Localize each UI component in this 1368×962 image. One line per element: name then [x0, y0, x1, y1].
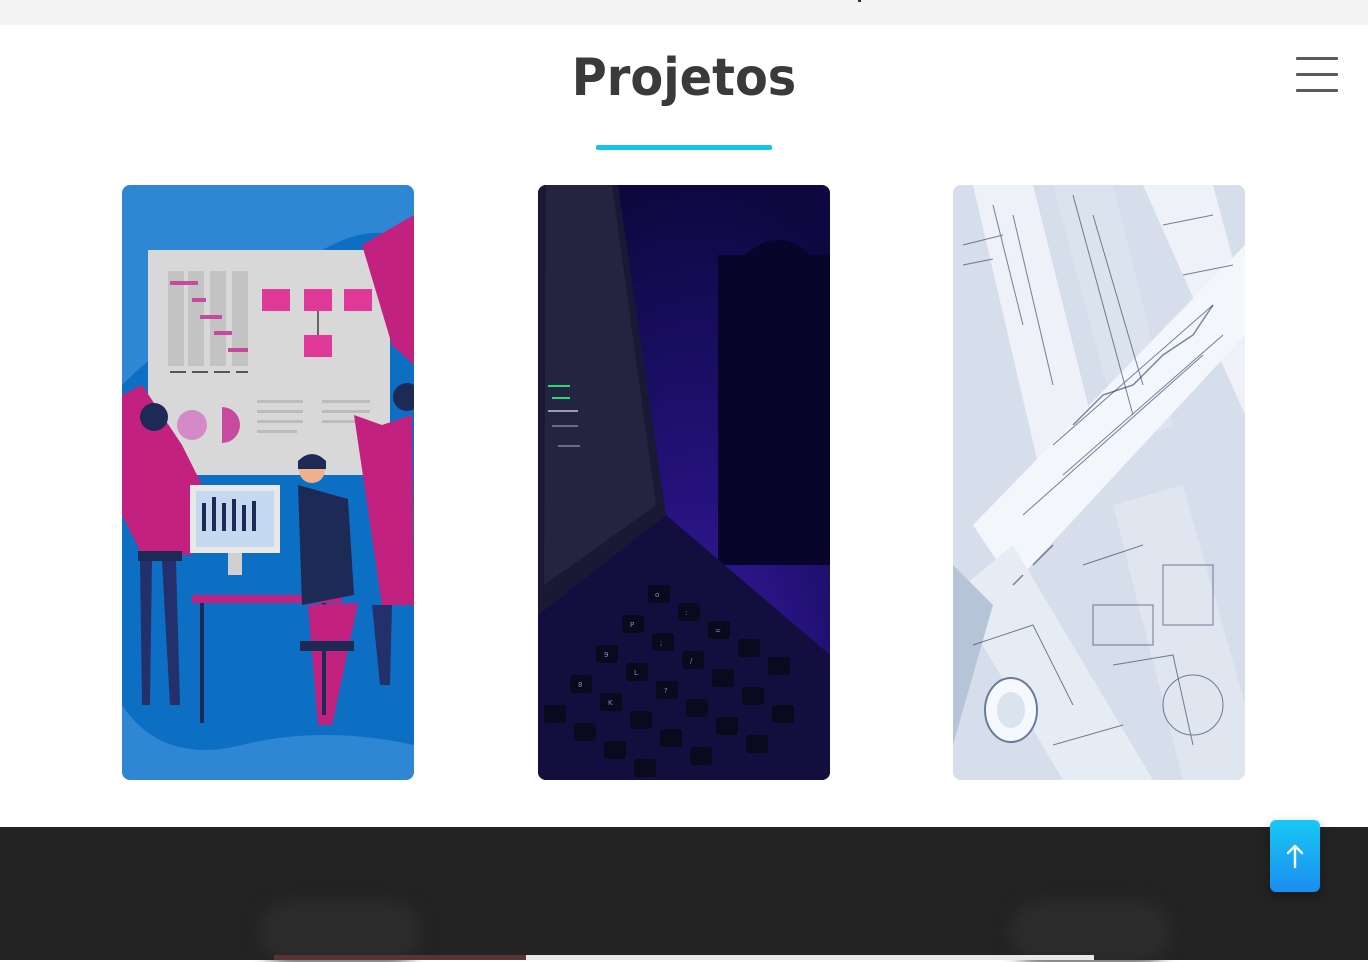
footer-blob [260, 902, 420, 962]
arrow-up-icon [1286, 844, 1304, 869]
svg-text:L: L [634, 669, 638, 677]
footer [0, 827, 1368, 962]
title-underline [596, 145, 772, 150]
svg-text:9: 9 [604, 651, 608, 659]
svg-text:K: K [608, 699, 613, 707]
top-bar-mark [858, 0, 861, 2]
footer-strip-right [526, 955, 1094, 960]
svg-text::: : [685, 609, 687, 617]
project-card-3[interactable] [953, 185, 1245, 780]
hamburger-line [1296, 89, 1338, 92]
team-planning-illustration-icon [122, 185, 414, 780]
top-bar [0, 0, 1368, 25]
svg-text:8: 8 [578, 681, 582, 689]
svg-text:?: ? [664, 687, 668, 695]
project-card-2[interactable]: o: = P;/ 9 L? 8K [538, 185, 830, 780]
hamburger-line [1296, 57, 1338, 60]
svg-text:P: P [630, 621, 634, 629]
project-card-1[interactable] [122, 185, 414, 780]
svg-text:;: ; [660, 639, 662, 647]
hamburger-line [1296, 73, 1338, 76]
footer-blob [1010, 902, 1170, 962]
svg-text:=: = [715, 627, 721, 635]
laptop-keyboard-dark-photo-icon: o:= P;/ 9L? 8K [538, 185, 830, 780]
section-title: Projetos [571, 48, 797, 108]
architectural-blueprints-photo-icon [953, 185, 1245, 780]
hamburger-menu-button[interactable] [1294, 55, 1340, 95]
footer-strip-left [274, 955, 526, 960]
svg-text:o: o [655, 591, 659, 599]
scroll-to-top-button[interactable] [1270, 820, 1320, 892]
